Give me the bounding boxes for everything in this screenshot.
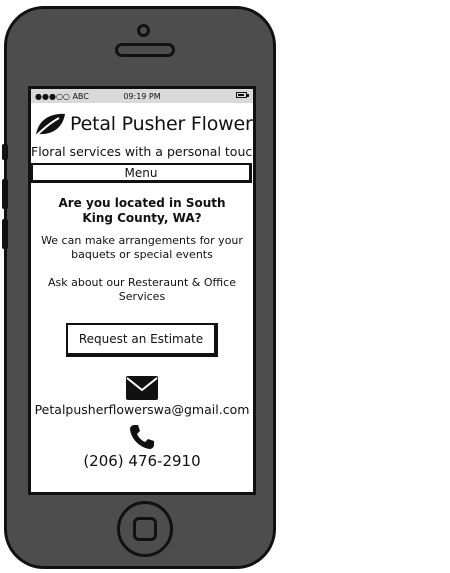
volume-up-button: [2, 179, 8, 209]
phone-icon[interactable]: [129, 424, 155, 450]
mute-switch: [2, 144, 8, 160]
services-text: Ask about our Resteraunt & Office Servic…: [47, 276, 236, 303]
arrangements-text: We can make arrangements for your baquet…: [41, 234, 243, 261]
leaf-icon: [35, 113, 65, 137]
phone-frame: ●●●○○ ABC 09:19 PM Petal Pusher Flowers …: [2, 6, 276, 569]
speaker-grille: [115, 43, 175, 57]
status-bar: ●●●○○ ABC 09:19 PM: [31, 89, 253, 103]
brand-name: Petal Pusher Flowers: [70, 113, 256, 135]
headline: Are you located in South King County, WA…: [58, 196, 226, 225]
email-link[interactable]: Petalpusherflowerswa@gmail.com: [31, 402, 253, 417]
envelope-icon[interactable]: [126, 376, 158, 400]
volume-down-button: [2, 219, 8, 249]
brand-header[interactable]: Petal Pusher Flowers: [31, 111, 253, 137]
tagline: Floral services with a personal touch: [31, 144, 256, 159]
phone-number-link[interactable]: (206) 476-2910: [31, 452, 253, 470]
camera-icon: [137, 24, 150, 37]
home-button-square: [133, 517, 157, 541]
battery-icon: [236, 92, 247, 98]
status-time: 09:19 PM: [123, 91, 161, 101]
phone-screen: ●●●○○ ABC 09:19 PM Petal Pusher Flowers …: [28, 86, 256, 495]
phone-icon-container: [31, 424, 253, 450]
email-icon-container: [31, 376, 253, 400]
request-estimate-button[interactable]: Request an Estimate: [66, 323, 218, 357]
home-button[interactable]: [117, 501, 173, 557]
menu-button[interactable]: Menu: [31, 163, 252, 183]
battery-tip: [247, 94, 249, 97]
